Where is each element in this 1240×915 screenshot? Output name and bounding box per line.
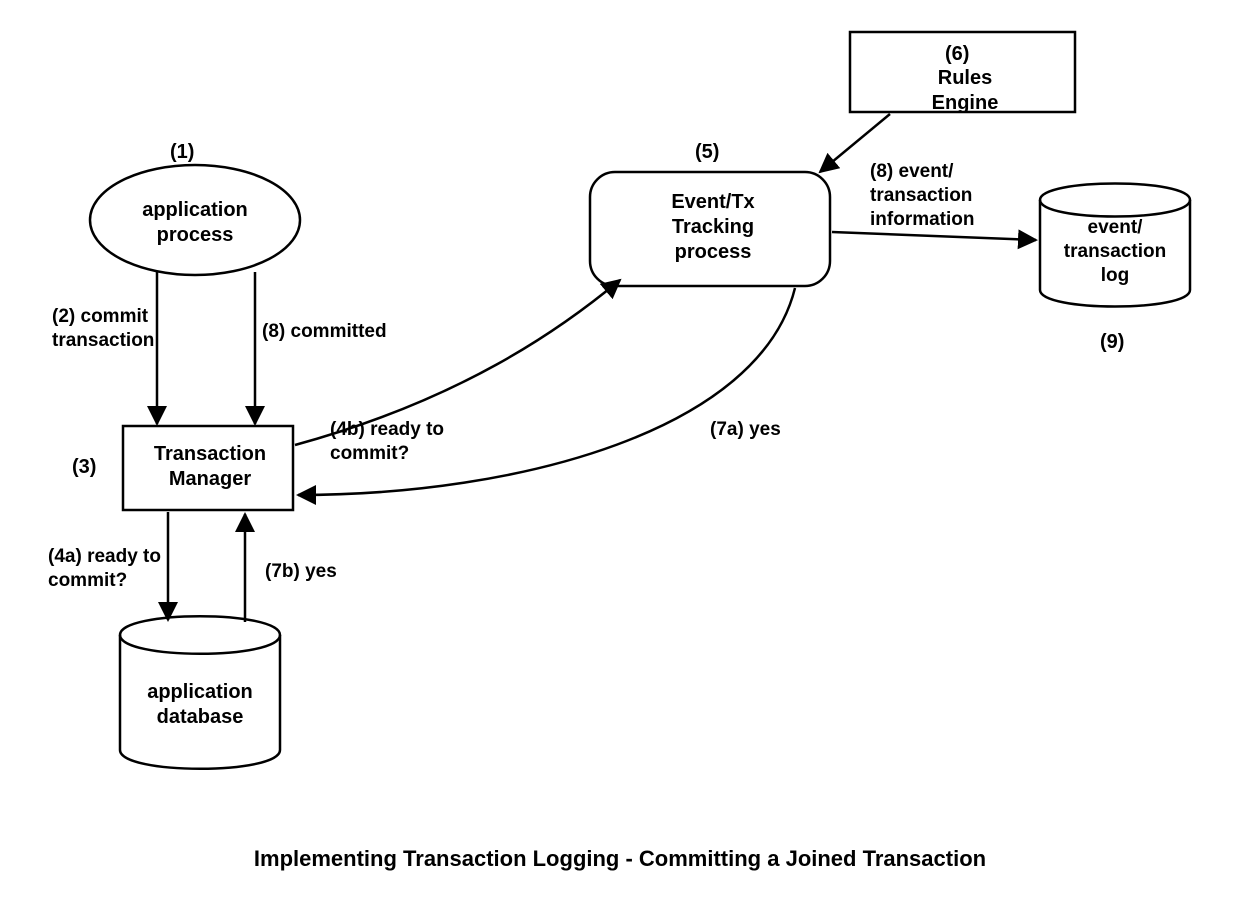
- diagram-title: Implementing Transaction Logging - Commi…: [0, 845, 1240, 873]
- node-num-rules: (6): [945, 42, 969, 67]
- edge-label-ready-to-commit-a: (4a) ready to commit?: [48, 545, 178, 593]
- node-text-rules: Rules Engine: [920, 66, 1010, 116]
- diagram-canvas: (1) (3) (5) (6) (9) application process …: [0, 0, 1240, 915]
- edge-label-commit-transaction: (2) commit transaction: [52, 305, 172, 353]
- node-text-app-process: application process: [140, 198, 250, 248]
- node-num-event-tx: (5): [695, 140, 719, 165]
- node-text-event-tx: Event/Tx Tracking process: [628, 190, 798, 265]
- node-num-event-log: (9): [1100, 330, 1124, 355]
- node-text-tx-manager: Transaction Manager: [140, 442, 280, 492]
- node-text-app-db: application database: [140, 680, 260, 730]
- edge-label-yes-b: (7b) yes: [265, 560, 337, 584]
- edge-label-event-tx-info: (8) event/ transaction information: [870, 160, 1030, 231]
- node-num-tx-manager: (3): [72, 455, 96, 480]
- node-text-event-log: event/ transaction log: [1055, 216, 1175, 287]
- edge-label-ready-to-commit-b: (4b) ready to commit?: [330, 418, 480, 466]
- edge-label-committed: (8) committed: [262, 320, 387, 344]
- node-num-app-process: (1): [170, 140, 194, 165]
- edge-label-yes-a: (7a) yes: [710, 418, 781, 442]
